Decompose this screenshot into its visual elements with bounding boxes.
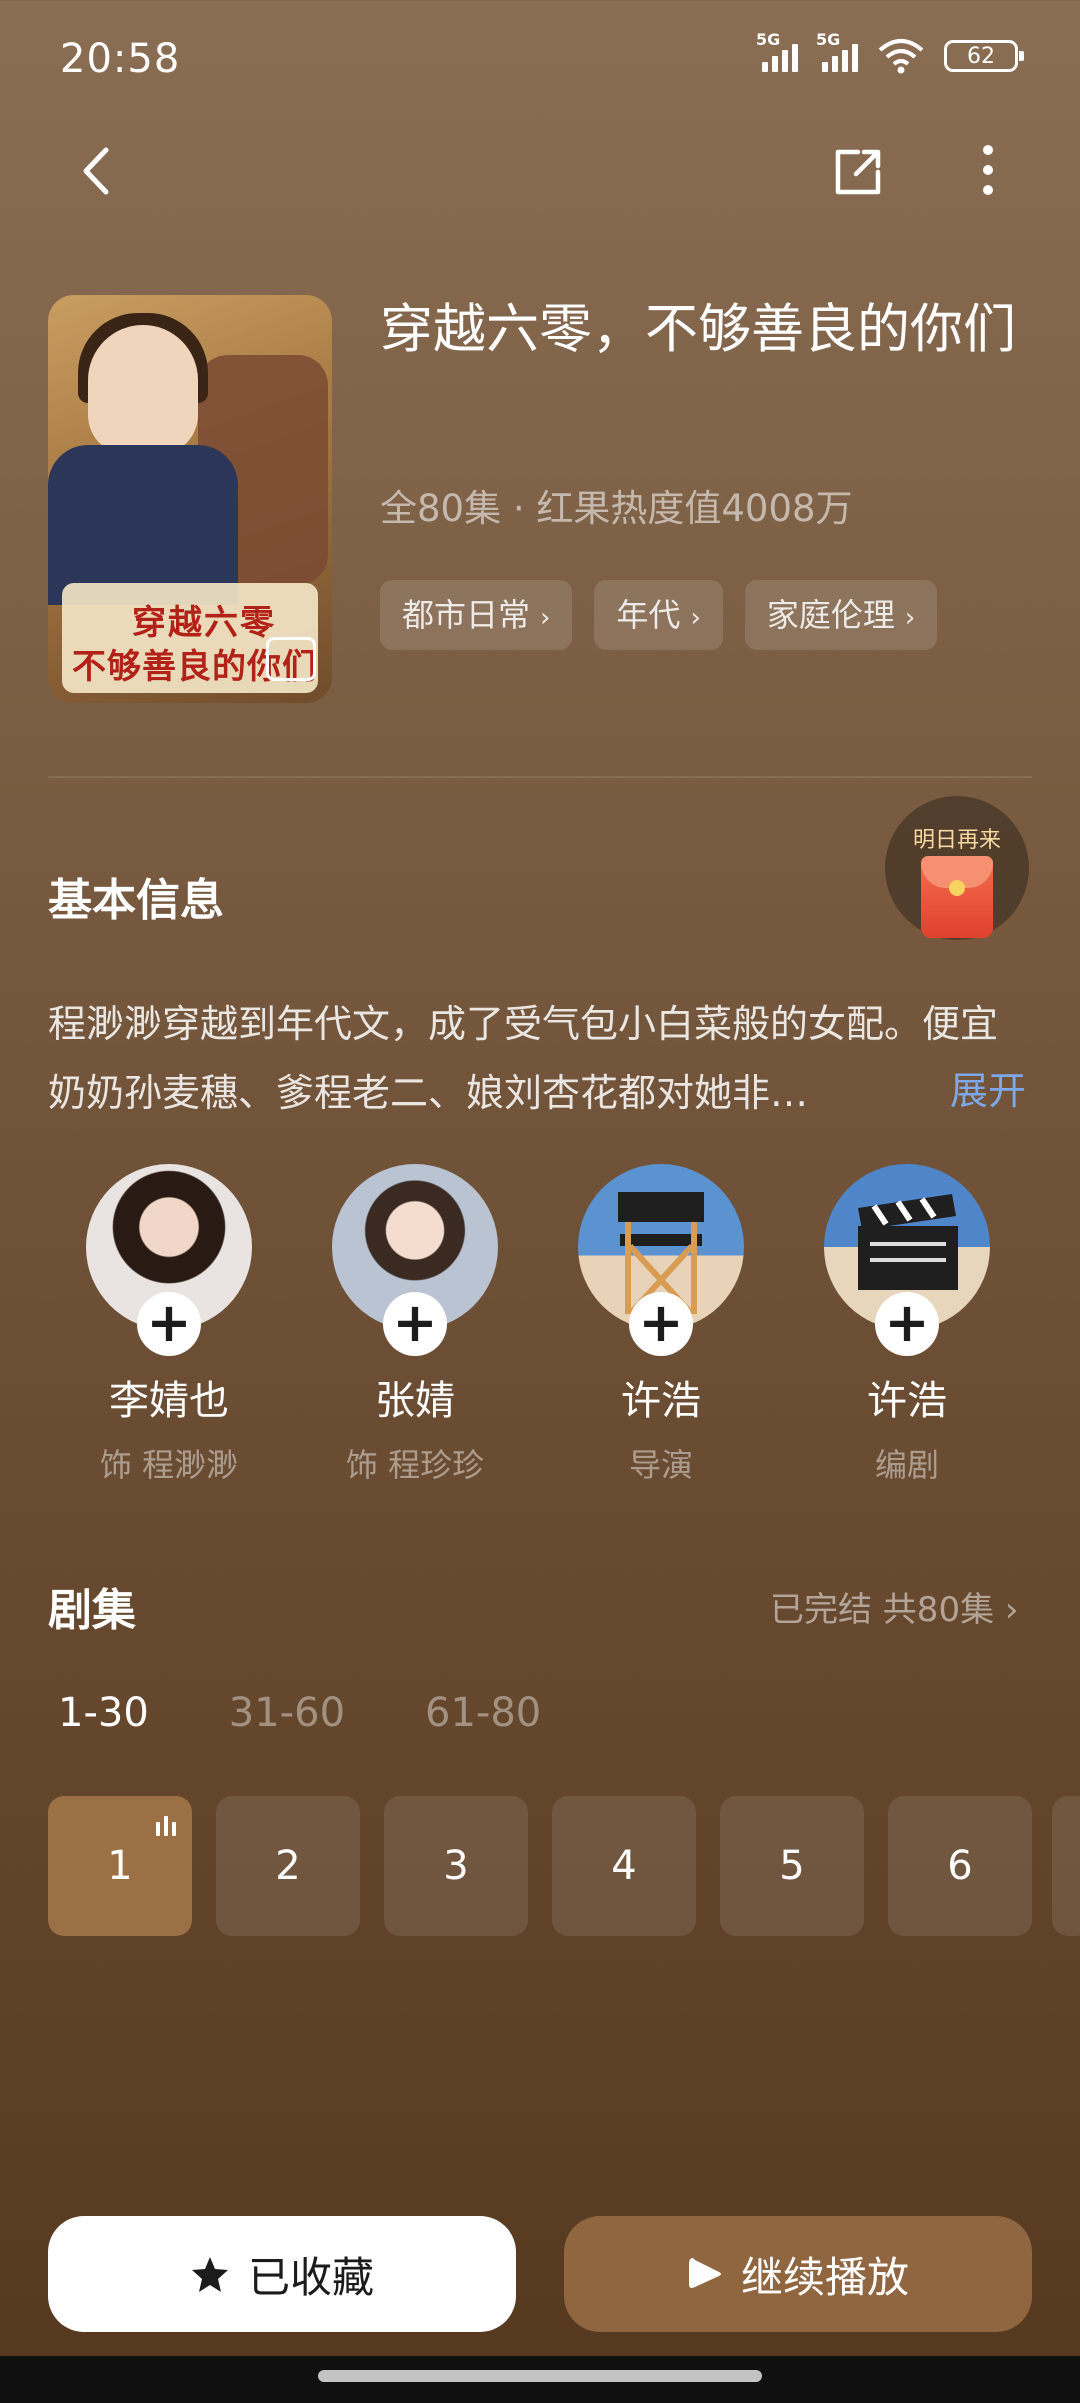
gallery-icon[interactable]	[266, 637, 316, 681]
continue-play-button[interactable]: 继续播放	[564, 2216, 1032, 2332]
status-bar: 20:58 5G 5G 62	[0, 0, 1080, 120]
play-label: 继续播放	[740, 2252, 909, 2302]
episode-button[interactable]: 6	[888, 1796, 1032, 1936]
chevron-right-icon: ›	[690, 603, 701, 633]
top-nav	[0, 130, 1080, 210]
play-icon	[688, 2258, 721, 2288]
range-tab[interactable]: 31-60	[229, 1690, 345, 1736]
follow-plus-icon[interactable]: +	[137, 1292, 201, 1356]
tag-chip[interactable]: 都市日常 ›	[380, 580, 573, 650]
poster-figure-body	[48, 445, 238, 605]
tag-list: 都市日常 › 年代 › 家庭伦理 ›	[380, 580, 938, 650]
cast-member[interactable]: + 许浩 编剧	[792, 1164, 1022, 1486]
chevron-right-icon: ›	[1004, 1590, 1019, 1630]
show-poster[interactable]: 穿越六零 不够善良的你们	[48, 295, 332, 703]
show-title: 穿越六零，不够善良的你们	[380, 299, 1016, 360]
now-playing-icon	[156, 1816, 176, 1836]
signal-icon: 5G	[756, 30, 798, 72]
show-meta: 全80集 · 红果热度值4008万	[380, 487, 853, 530]
tag-chip[interactable]: 家庭伦理 ›	[744, 580, 938, 650]
follow-plus-icon[interactable]: +	[383, 1292, 447, 1356]
avatar[interactable]: +	[86, 1164, 252, 1356]
cast-role: 编剧	[874, 1446, 939, 1484]
cast-name: 许浩	[867, 1378, 947, 1424]
share-icon[interactable]	[830, 144, 886, 200]
cast-name: 许浩	[621, 1378, 701, 1424]
episode-button[interactable]: 2	[216, 1796, 360, 1936]
section-divider	[48, 776, 1032, 778]
cast-name: 李婧也	[109, 1378, 229, 1424]
cast-role: 饰 程珍珍	[345, 1446, 485, 1484]
cast-member[interactable]: + 许浩 导演	[546, 1164, 776, 1486]
status-icons: 5G 5G 62	[756, 30, 1024, 74]
favorite-label: 已收藏	[247, 2252, 374, 2302]
episodes-status-link[interactable]: 已完结 共80集 ›	[770, 1582, 1019, 1631]
more-icon[interactable]	[960, 142, 1016, 198]
range-tab[interactable]: 61-80	[425, 1690, 541, 1736]
show-description: 程渺渺穿越到年代文，成了受气包小白菜般的女配。便宜奶奶孙麦穗、爹程老二、娘刘杏花…	[48, 1002, 999, 1115]
avatar[interactable]: +	[578, 1164, 744, 1356]
expand-link[interactable]: 展开	[950, 1060, 1026, 1115]
episode-range-tabs: 1-30 31-60 61-80	[58, 1690, 541, 1736]
signal-icon: 5G	[816, 30, 858, 72]
episode-button-partial[interactable]	[1052, 1796, 1080, 1936]
follow-plus-icon[interactable]: +	[629, 1292, 693, 1356]
favorite-button[interactable]: 已收藏	[48, 2216, 516, 2332]
reward-button[interactable]: 明日再来	[885, 796, 1029, 940]
wifi-icon	[878, 39, 924, 74]
back-icon[interactable]	[70, 144, 124, 198]
chevron-right-icon: ›	[904, 603, 916, 633]
cast-role: 导演	[628, 1446, 693, 1484]
cast-role: 饰 程渺渺	[99, 1446, 239, 1484]
reward-label: 明日再来	[912, 828, 1001, 853]
episodes-title: 剧集	[48, 1585, 136, 1636]
episode-list: 1 2 3 4 5 6	[48, 1796, 1032, 1936]
cast-member[interactable]: + 李婧也 饰 程渺渺	[54, 1164, 284, 1486]
battery-icon: 62	[944, 40, 1024, 72]
episode-button[interactable]: 5	[720, 1796, 864, 1936]
chevron-right-icon: ›	[540, 603, 551, 633]
basic-info-title: 基本信息	[48, 875, 224, 926]
episode-button[interactable]: 4	[552, 1796, 696, 1936]
red-envelope-icon	[921, 856, 993, 938]
avatar[interactable]: +	[824, 1164, 990, 1356]
status-time: 20:58	[60, 36, 181, 82]
tag-chip[interactable]: 年代 ›	[594, 580, 723, 650]
episode-button[interactable]: 1	[48, 1796, 192, 1936]
follow-plus-icon[interactable]: +	[875, 1292, 939, 1356]
avatar[interactable]: +	[332, 1164, 498, 1356]
cast-name: 张婧	[375, 1378, 455, 1424]
range-tab[interactable]: 1-30	[58, 1690, 149, 1736]
star-icon	[191, 2257, 228, 2292]
home-indicator[interactable]	[318, 2370, 762, 2382]
poster-title-line1: 穿越六零	[132, 603, 276, 643]
episode-button[interactable]: 3	[384, 1796, 528, 1936]
poster-figure-face	[88, 325, 198, 455]
cast-member[interactable]: + 张婧 饰 程珍珍	[300, 1164, 530, 1486]
